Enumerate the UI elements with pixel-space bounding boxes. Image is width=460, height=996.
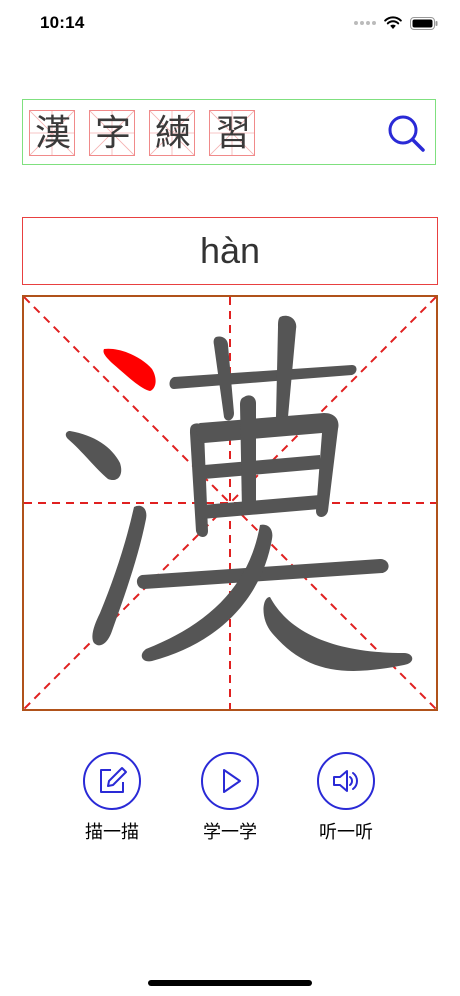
magnifier-icon [388,115,425,152]
learn-button-label: 学一学 [203,822,257,843]
speaker-icon [333,770,358,792]
battery-icon [410,16,438,30]
learn-button[interactable]: 学一学 [185,752,275,844]
cellular-signal-icon [354,21,376,25]
search-char: 字 [94,113,131,154]
search-char-cell-4[interactable]: 習 [209,110,255,156]
status-time: 10:14 [40,13,85,32]
character-strokes [65,315,413,671]
search-char-cell-1[interactable]: 漢 [29,110,75,156]
learn-button-circle[interactable] [201,752,259,810]
status-bar: 10:14 [0,0,460,50]
home-indicator[interactable] [148,980,312,986]
listen-button-circle[interactable] [317,752,375,810]
trace-button[interactable]: 描一描 [67,752,157,844]
pinyin-box: hàn [22,217,438,285]
trace-edit-icon [100,767,127,793]
search-box[interactable]: 漢 字 練 習 [22,99,436,165]
search-char: 習 [214,113,251,154]
listen-button-label: 听一听 [319,822,373,843]
status-icons [354,16,438,30]
wifi-icon [384,16,402,29]
search-char: 漢 [34,113,71,154]
trace-button-circle[interactable] [83,752,141,810]
search-button[interactable] [385,112,429,156]
search-char: 練 [154,113,191,154]
pinyin-text: hàn [199,230,261,271]
trace-button-label: 描一描 [85,822,139,843]
character-canvas[interactable] [22,295,438,711]
listen-button[interactable]: 听一听 [301,752,391,844]
search-char-cell-2[interactable]: 字 [89,110,135,156]
search-char-cell-3[interactable]: 練 [149,110,195,156]
play-icon [223,769,241,793]
highlighted-stroke [103,348,156,391]
